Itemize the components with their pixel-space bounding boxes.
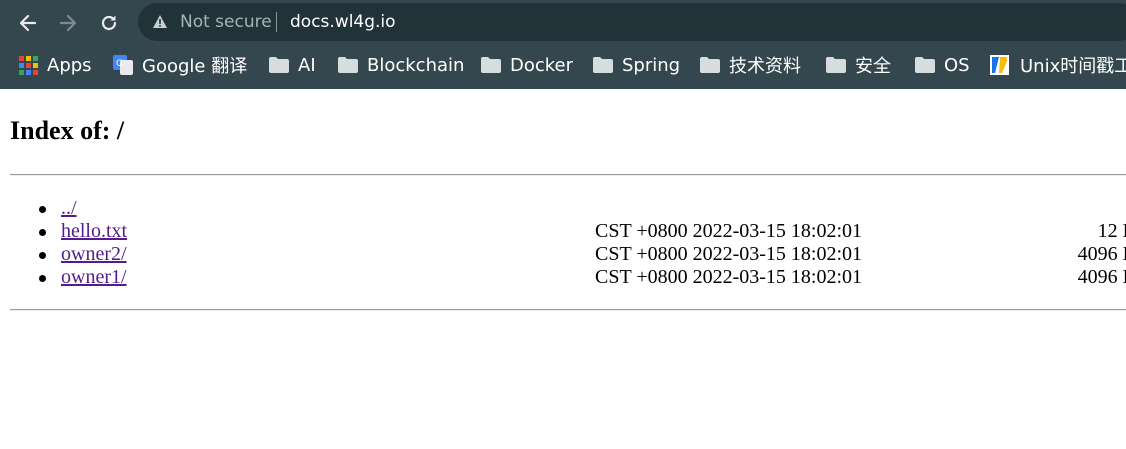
bookmark-unix-timestamp[interactable]: Unix时间戳工: [990, 53, 1126, 77]
entry-link[interactable]: hello.txt: [61, 220, 127, 243]
browser-toolbar: Not secure docs.wl4g.io: [0, 0, 1126, 45]
list-item: owner1/ CST +0800 2022-03-15 18:02:01 40…: [0, 266, 1126, 289]
address-bar[interactable]: Not secure docs.wl4g.io: [138, 3, 1126, 41]
entry-size: 4096 B: [1077, 266, 1126, 288]
bookmark-folder-os[interactable]: OS: [915, 53, 970, 77]
bookmark-folder-ai[interactable]: AI: [269, 53, 316, 77]
bookmark-google-translate[interactable]: G Google 翻译: [113, 53, 247, 77]
folder-icon: [269, 57, 289, 73]
page-title: Index of: /: [10, 116, 125, 145]
browser-chrome: Not secure docs.wl4g.io Apps G Google 翻译…: [0, 0, 1126, 89]
arrow-right-icon: [59, 14, 77, 32]
folder-icon: [593, 57, 613, 73]
bookmark-label: 安全: [855, 56, 891, 77]
omnibox-divider: [276, 12, 277, 32]
bookmark-label: 技术资料: [729, 56, 801, 77]
back-button[interactable]: [15, 10, 41, 36]
top-divider: [10, 174, 1126, 176]
bookmark-label: Unix时间戳工: [1020, 56, 1126, 77]
bookmark-folder-spring[interactable]: Spring: [593, 53, 680, 77]
entry-link[interactable]: ../: [61, 197, 77, 220]
bullet: [39, 206, 46, 213]
bookmark-label: OS: [944, 54, 970, 76]
entry-date: CST +0800 2022-03-15 18:02:01: [595, 220, 863, 242]
unix-timestamp-icon: [990, 55, 1009, 75]
bullet: [39, 252, 46, 259]
bottom-divider: [10, 309, 1126, 311]
warning-icon[interactable]: [152, 14, 168, 29]
page-content: Index of: / ../ hello.txt CST +0800 2022…: [0, 89, 1126, 449]
reload-icon: [101, 15, 117, 31]
reload-button[interactable]: [96, 10, 122, 36]
bookmark-folder-tech-docs[interactable]: 技术资料: [700, 53, 801, 77]
bookmark-label: Blockchain: [367, 54, 465, 76]
bookmark-label: AI: [298, 54, 316, 76]
folder-icon: [915, 57, 935, 73]
bookmark-folder-blockchain[interactable]: Blockchain: [338, 53, 464, 77]
bullet: [39, 229, 46, 236]
entry-link[interactable]: owner2/: [61, 243, 127, 266]
list-item: ../: [0, 197, 1126, 220]
google-translate-icon: G: [113, 55, 133, 75]
bookmark-label: Docker: [510, 54, 574, 76]
folder-icon: [481, 57, 501, 73]
list-item: hello.txt CST +0800 2022-03-15 18:02:01 …: [0, 220, 1126, 243]
folder-icon: [700, 57, 720, 73]
entry-size: 4096 B: [1077, 243, 1126, 265]
bookmark-folder-docker[interactable]: Docker: [481, 53, 573, 77]
arrow-left-icon: [19, 14, 37, 32]
bookmark-label: Google 翻译: [142, 56, 248, 77]
svg-text:G: G: [116, 59, 123, 69]
bookmarks-bar: Apps G Google 翻译 AI Blockchain Docker Sp…: [0, 45, 1126, 89]
folder-icon: [826, 57, 846, 73]
entry-size: 12 B: [1097, 220, 1126, 242]
bookmark-label: Apps: [47, 54, 92, 76]
list-item: owner2/ CST +0800 2022-03-15 18:02:01 40…: [0, 243, 1126, 266]
security-label[interactable]: Not secure: [180, 12, 272, 32]
entry-date: CST +0800 2022-03-15 18:02:01: [595, 243, 863, 265]
folder-icon: [338, 57, 358, 73]
bullet: [39, 275, 46, 282]
apps-grid-icon: [19, 55, 38, 75]
bookmark-label: Spring: [622, 54, 681, 76]
directory-listing: ../ hello.txt CST +0800 2022-03-15 18:02…: [0, 197, 1126, 289]
forward-button[interactable]: [55, 10, 81, 36]
bookmark-folder-security[interactable]: 安全: [826, 53, 891, 77]
bookmark-apps[interactable]: Apps: [19, 53, 92, 77]
entry-date: CST +0800 2022-03-15 18:02:01: [595, 266, 863, 288]
url-text[interactable]: docs.wl4g.io: [290, 12, 396, 32]
entry-link[interactable]: owner1/: [61, 266, 127, 289]
